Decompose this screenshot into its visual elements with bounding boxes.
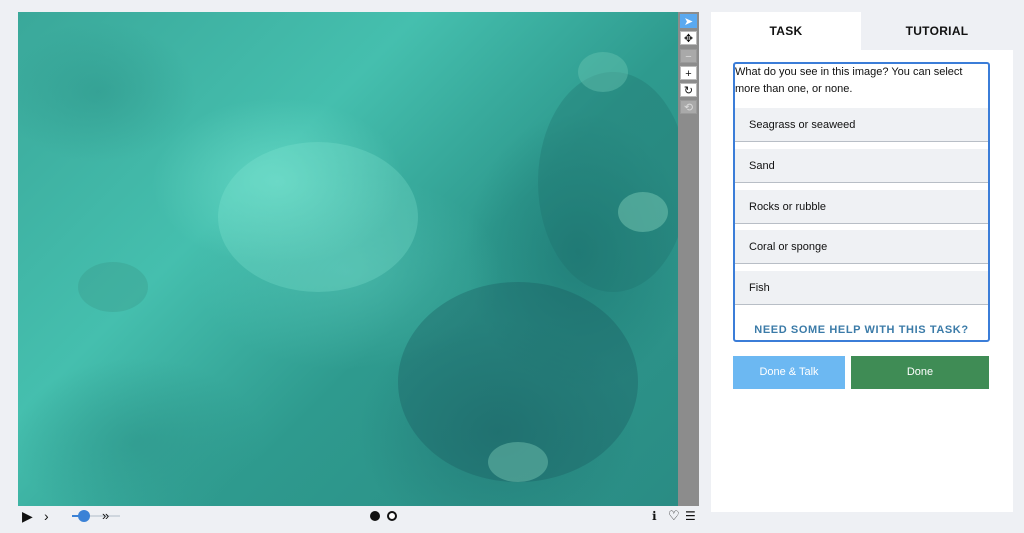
slider-thumb[interactable] [78,510,90,522]
zoom-out-button[interactable]: − [680,49,697,63]
panel-tabs: TASK TUTORIAL [711,12,1013,50]
play-icon[interactable]: ▶ [22,506,33,526]
frame-dot-active[interactable] [370,511,380,521]
subject-image[interactable] [18,12,678,506]
playback-speed-slider[interactable] [72,510,120,522]
select-tool-button[interactable]: ➤ [680,14,697,28]
frame-controls: ▶ › » ℹ ♡ ☰ [18,506,699,526]
minus-icon: − [685,51,692,63]
rotate-icon: ↻ [683,85,694,97]
answer-rocks[interactable]: Rocks or rubble [735,190,988,224]
info-icon[interactable]: ℹ [652,506,657,526]
tab-task[interactable]: TASK [711,12,861,50]
coral-cluster [78,262,148,312]
reset-icon: ⟲ [683,102,694,114]
zoom-in-button[interactable]: + [680,66,697,80]
coral-cluster [578,52,628,92]
chevron-right-icon[interactable]: › [44,506,49,526]
double-chevron-right-icon[interactable]: » [102,506,109,526]
pan-tool-button[interactable]: ✥ [680,31,697,45]
coral-cluster [618,192,668,232]
sand-patch [218,142,418,292]
image-toolbar: ➤ ✥ − + ↻ ⟲ [678,12,699,506]
move-arrows-icon: ✥ [683,33,694,45]
plus-icon: + [685,68,692,80]
frame-dot[interactable] [387,511,397,521]
answer-sand[interactable]: Sand [735,149,988,183]
answer-coral[interactable]: Coral or sponge [735,230,988,264]
task-question-box: What do you see in this image? You can s… [733,62,990,342]
reset-view-button[interactable]: ⟲ [680,100,697,114]
task-panel: TASK TUTORIAL What do you see in this im… [711,12,1013,512]
tab-tutorial[interactable]: TUTORIAL [861,12,1013,50]
reef-shadow [538,72,678,292]
collections-list-icon[interactable]: ☰ [685,506,696,526]
done-and-talk-button[interactable]: Done & Talk [733,356,845,389]
answer-fish[interactable]: Fish [735,271,988,305]
task-question: What do you see in this image? You can s… [735,66,963,95]
heart-icon[interactable]: ♡ [668,506,680,526]
answer-seagrass[interactable]: Seagrass or seaweed [735,108,988,142]
task-help-link[interactable]: NEED SOME HELP WITH THIS TASK? [735,324,988,336]
rotate-button[interactable]: ↻ [680,83,697,97]
arrow-pointer-icon: ➤ [683,16,694,28]
done-button[interactable]: Done [851,356,989,389]
coral-cluster [488,442,548,482]
